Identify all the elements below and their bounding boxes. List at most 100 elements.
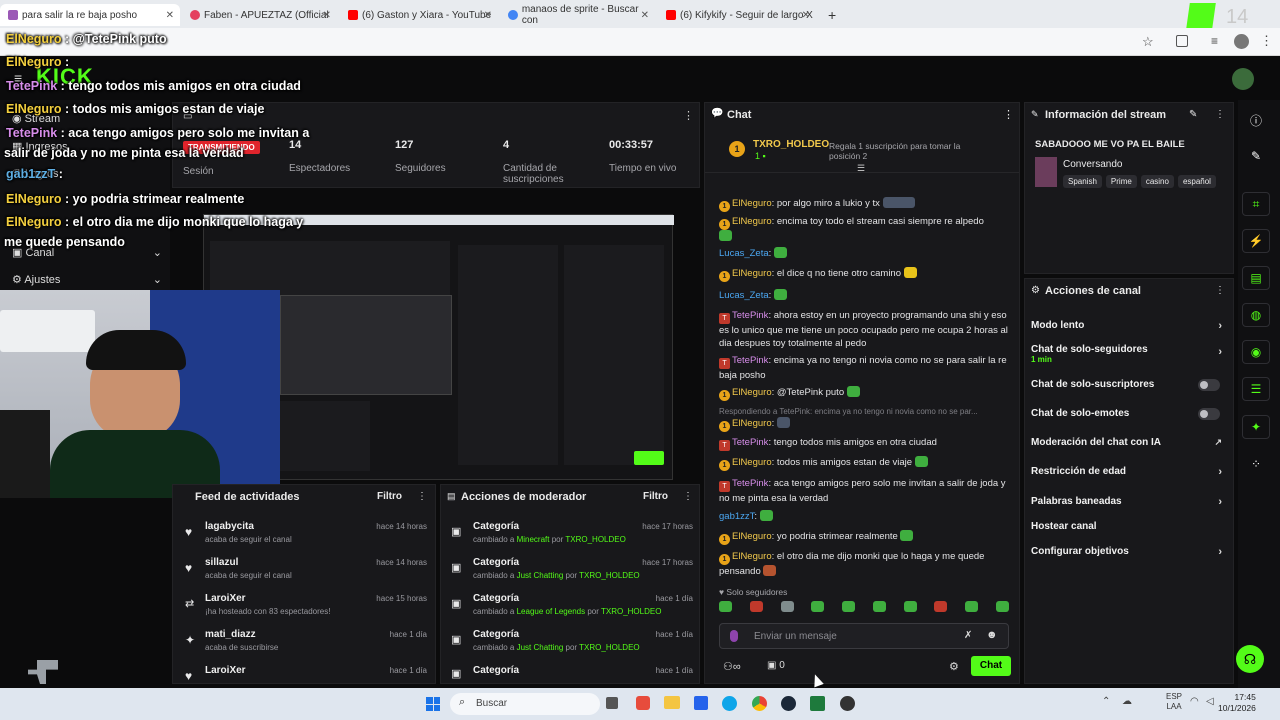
- browser-tab[interactable]: manaos de sprite - Buscar con ✕: [500, 4, 655, 26]
- chrome-icon[interactable]: [752, 696, 767, 711]
- browser-tab[interactable]: Faben - APUEZTAZ (Official ✕: [182, 4, 337, 26]
- volume-icon[interactable]: ◁: [1206, 696, 1214, 707]
- menu-dots-icon[interactable]: ⋮: [1260, 33, 1273, 49]
- lightning-icon[interactable]: ⚡: [1242, 229, 1270, 253]
- tag[interactable]: Prime: [1105, 175, 1137, 188]
- new-tab-button[interactable]: +: [820, 4, 840, 26]
- more-options-icon[interactable]: ⋮: [683, 491, 693, 502]
- browser-tab[interactable]: (6) Gaston y Xiara - YouTube ✕: [340, 4, 498, 26]
- emote[interactable]: [719, 601, 732, 612]
- tag[interactable]: casino: [1140, 175, 1174, 188]
- action-configure-goals[interactable]: Configurar objetivos ›: [1025, 546, 1230, 558]
- emote[interactable]: [811, 601, 825, 612]
- task-view-icon[interactable]: [606, 697, 618, 709]
- more-options-icon[interactable]: ⋮: [1215, 109, 1225, 120]
- magic-icon[interactable]: ✗: [964, 630, 972, 641]
- chat-input[interactable]: Enviar un mensaje ✗ ☻: [719, 623, 1009, 649]
- star-icon[interactable]: ☆: [1142, 34, 1154, 50]
- pencil-icon[interactable]: ✎: [1242, 144, 1270, 168]
- mod-actions-title: Acciones de moderador: [461, 491, 587, 503]
- action-slow-mode[interactable]: Modo lento ›: [1025, 320, 1230, 332]
- action-age-restriction[interactable]: Restricción de edad ›: [1025, 466, 1230, 478]
- taskbar-search[interactable]: ⌕ Buscar: [450, 693, 600, 715]
- emote[interactable]: [934, 601, 948, 612]
- action-host-channel[interactable]: Hostear canal: [1025, 521, 1230, 532]
- browser-tab[interactable]: (6) Kifykify - Seguir de largo X ✕: [658, 4, 816, 26]
- search-label: Buscar: [476, 698, 508, 709]
- stream-info-title: Información del stream: [1045, 109, 1167, 121]
- more-options-icon[interactable]: ⋮: [1003, 108, 1014, 121]
- chat-icon[interactable]: ◍: [1242, 303, 1270, 327]
- close-icon[interactable]: ✕: [641, 10, 649, 21]
- clock[interactable]: 17:45 10/1/2026: [1218, 692, 1256, 714]
- wifi-icon[interactable]: ◠: [1190, 696, 1199, 707]
- obs-icon[interactable]: [840, 696, 855, 711]
- action-followers-only[interactable]: Chat de solo-seguidores 1 min ›: [1025, 344, 1230, 364]
- edit-icon[interactable]: ✎: [1189, 109, 1197, 120]
- cloud-icon[interactable]: ☁: [1122, 696, 1132, 707]
- steam-icon[interactable]: [781, 696, 796, 711]
- user-avatar[interactable]: [1232, 68, 1254, 90]
- emoji-icon[interactable]: ☻: [986, 629, 998, 641]
- broadcast-icon[interactable]: ◉: [1242, 340, 1270, 364]
- copilot-icon[interactable]: [636, 696, 650, 710]
- action-emotes-only[interactable]: Chat de solo-emotes: [1025, 408, 1230, 420]
- info-icon[interactable]: ⓘ: [1242, 108, 1270, 132]
- edge-icon[interactable]: [722, 696, 737, 711]
- emote[interactable]: [749, 601, 763, 612]
- browser-tab[interactable]: para salir la re baja posho ✕: [0, 4, 180, 26]
- more-options-icon[interactable]: ⋮: [683, 109, 694, 122]
- chat-message: T TetePink: tengo todos mis amigos en otr…: [719, 436, 1009, 451]
- action-banned-words[interactable]: Palabras baneadas ›: [1025, 496, 1230, 508]
- emote[interactable]: [842, 601, 856, 612]
- language-indicator[interactable]: ESP LAA: [1166, 692, 1182, 712]
- more-options-icon[interactable]: ⋮: [417, 491, 427, 502]
- sidebar-item-ajustes[interactable]: ⚙ Ajustes ⌄: [12, 273, 162, 286]
- mod-filter-button[interactable]: Filtro: [643, 491, 668, 502]
- users-icon[interactable]: ⚇∞: [723, 660, 741, 673]
- channel-actions-title: Acciones de canal: [1045, 285, 1141, 297]
- action-subscribers-only[interactable]: Chat de solo-suscriptores: [1025, 379, 1230, 391]
- chevron-right-icon: ›: [1218, 496, 1222, 508]
- person-hair: [86, 330, 186, 370]
- send-chat-button[interactable]: Chat: [971, 656, 1011, 676]
- more-options-icon[interactable]: ⋮: [1215, 285, 1225, 296]
- expand-icon[interactable]: ☰: [857, 163, 865, 174]
- windows-start-icon[interactable]: [426, 697, 440, 711]
- emote[interactable]: [995, 601, 1009, 612]
- reading-list-icon[interactable]: ≡: [1211, 34, 1218, 48]
- microphone-icon[interactable]: [730, 630, 738, 642]
- file-explorer-icon[interactable]: [664, 696, 680, 709]
- tag[interactable]: español: [1177, 175, 1216, 188]
- profile-avatar[interactable]: [1234, 34, 1249, 49]
- apps-icon[interactable]: ⁘: [1242, 452, 1270, 476]
- support-icon[interactable]: ☊: [1236, 645, 1264, 673]
- activity-filter-button[interactable]: Filtro: [377, 491, 402, 502]
- gift-prompt[interactable]: Regala 1 suscripción para tomar la posic…: [829, 141, 989, 161]
- clip-icon[interactable]: ⌗: [1242, 192, 1270, 216]
- points-display[interactable]: ▣ 0: [767, 660, 785, 671]
- chevron-up-icon[interactable]: ⌃: [1102, 696, 1110, 707]
- category-icon: ▣: [451, 562, 462, 574]
- emote[interactable]: [780, 601, 794, 612]
- wrench-icon[interactable]: ✦: [1242, 415, 1270, 439]
- emote[interactable]: [903, 601, 917, 612]
- tag-list: Spanish Prime casino español: [1063, 175, 1216, 188]
- category-icon: ▣: [451, 668, 462, 680]
- close-icon[interactable]: ✕: [802, 10, 810, 21]
- document-icon[interactable]: ▤: [1242, 266, 1270, 290]
- tag[interactable]: Spanish: [1063, 175, 1102, 188]
- emotes-only-toggle[interactable]: [1198, 408, 1220, 420]
- list-icon[interactable]: ☰: [1242, 377, 1270, 401]
- close-icon[interactable]: ✕: [166, 10, 174, 21]
- close-icon[interactable]: ✕: [484, 10, 492, 21]
- subscribers-only-toggle[interactable]: [1198, 379, 1220, 391]
- emote[interactable]: [872, 601, 886, 612]
- action-ai-moderation[interactable]: Moderación del chat con IA ↗: [1025, 437, 1230, 448]
- emote[interactable]: [965, 601, 979, 612]
- store-icon[interactable]: [694, 696, 708, 710]
- close-icon[interactable]: ✕: [323, 10, 331, 21]
- extensions-icon[interactable]: [1176, 35, 1188, 47]
- xbox-icon[interactable]: [810, 696, 825, 711]
- settings-gear-icon[interactable]: ⚙: [949, 660, 959, 673]
